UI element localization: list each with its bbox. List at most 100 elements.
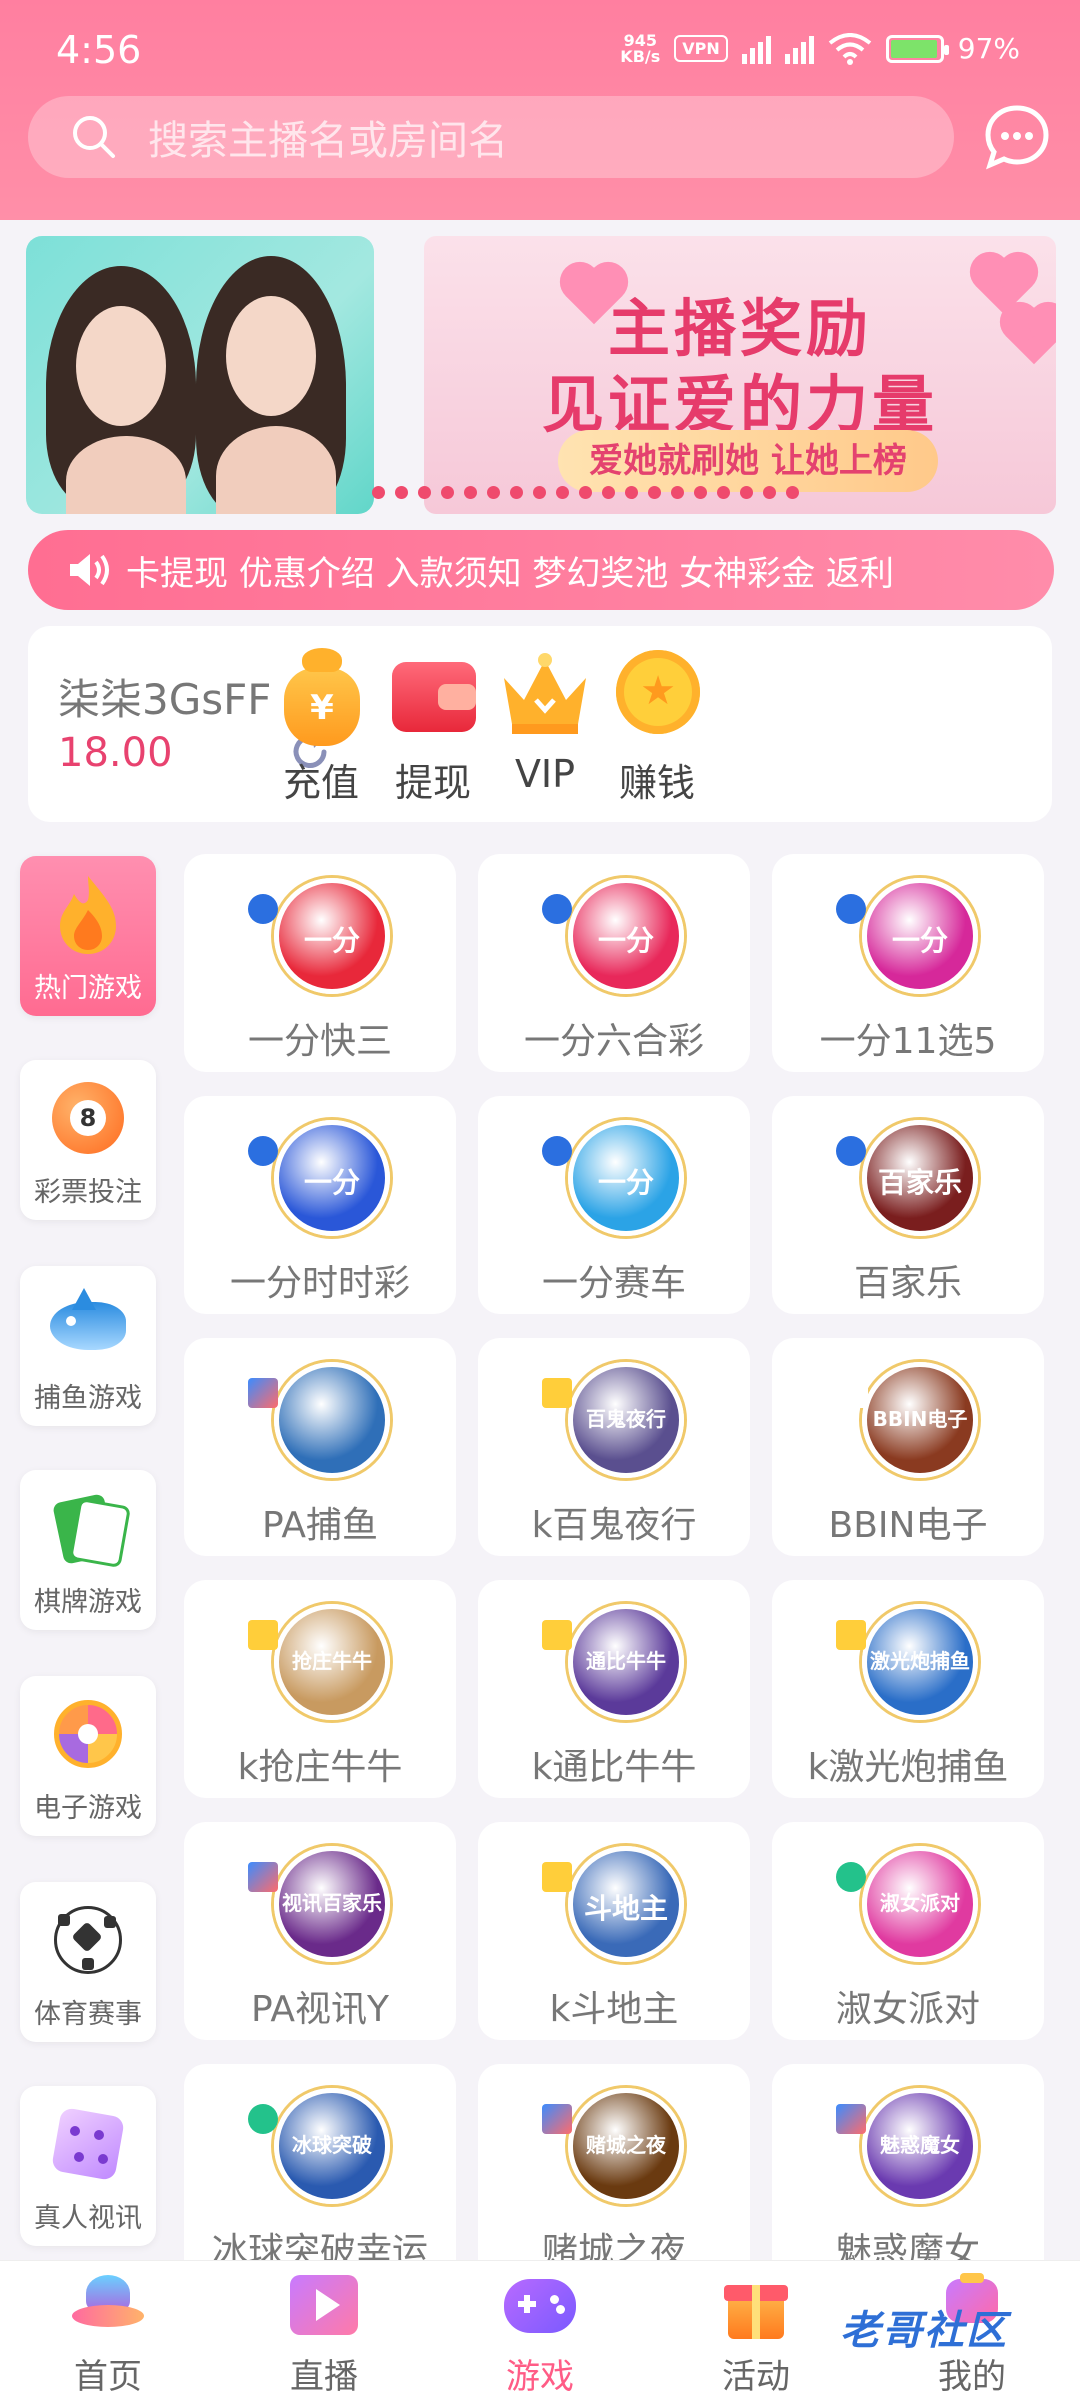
game-card[interactable]: 视讯百家乐 PA视讯Y [184,1822,456,2040]
search-input[interactable]: 搜索主播名或房间名 [148,108,508,166]
game-card[interactable]: 斗地主 k斗地主 [478,1822,750,2040]
watermark: 老哥社区 [840,2308,1008,2354]
game-card[interactable]: 激光炮捕鱼 k激光炮捕鱼 [772,1580,1044,1798]
wheel-icon [44,1690,132,1778]
net-speed: 945 KB/s [620,30,661,66]
game-card[interactable]: PA捕鱼 [184,1338,456,1556]
game-name: 一分六合彩 [523,1021,704,1062]
earn-button[interactable]: ★ 赚钱 [592,638,722,807]
game-logo-icon: 激光炮捕鱼 [862,1604,978,1720]
provider-badge-icon [248,1862,278,1892]
clock: 4:56 [56,28,142,72]
shark-icon [44,1280,132,1368]
game-name: k百鬼夜行 [531,1505,697,1546]
sidebar-item-hot-games[interactable]: 热门游戏 [20,856,156,1016]
username: 柒柒3GsFF [58,675,272,724]
status-bar: 4:56 945 KB/s VPN 97% [0,28,1080,78]
provider-badge-icon [836,1620,866,1650]
game-name: k斗地主 [549,1989,679,2030]
game-name: k抢庄牛牛 [237,1747,403,1788]
game-logo-icon: 斗地主 [568,1846,684,1962]
speaker-icon [70,554,109,586]
announcement-bar[interactable]: 卡提现 优惠介绍 入款须知 梦幻奖池 女神彩金 返利 [28,530,1054,610]
game-card[interactable]: 百家乐 百家乐 [772,1096,1044,1314]
game-card[interactable]: 赌城之夜 赌城之夜 [478,2064,750,2282]
sidebar-item-live-casino[interactable]: 真人视讯 [20,2086,156,2246]
wallet-card: 柒柒3GsFF 18.00 ¥ 充值 提现 VIP ★ 赚钱 [28,626,1052,822]
balance: 18.00 [58,730,173,776]
battery-icon [885,34,949,63]
provider-badge-icon [836,2104,866,2134]
mahjong-icon [44,1484,132,1572]
signal-icon-2 [784,34,814,64]
nav-live[interactable]: 直播 [254,2269,394,2398]
game-name: 淑女派对 [835,1989,980,2030]
withdraw-button[interactable]: 提现 [368,638,498,807]
game-name: 一分时时彩 [229,1263,410,1304]
provider-badge-icon [542,1620,572,1650]
game-card[interactable]: 一分 一分时时彩 [184,1096,456,1314]
promo-banner[interactable]: 主播奖励 见证爱的力量 爱她就刷她 让她上榜 [26,236,1056,514]
game-logo-icon [274,1362,390,1478]
lottery-ball-icon: 8 [44,1074,132,1162]
sidebar-item-lottery[interactable]: 8 彩票投注 [20,1060,156,1220]
provider-badge-icon [836,1862,866,1892]
recharge-button[interactable]: ¥ 充值 [256,638,386,807]
provider-badge-icon [248,1620,278,1650]
game-card[interactable]: 冰球突破 冰球突破幸运 [184,2064,456,2282]
home-ufo-icon [70,2269,146,2345]
message-icon[interactable] [982,102,1052,172]
game-name: k激光炮捕鱼 [807,1747,1009,1788]
money-bag-icon: ¥ [266,638,376,748]
nav-home[interactable]: 首页 [38,2269,178,2398]
game-card[interactable]: 一分一分快三 [184,854,456,1072]
provider-badge-icon [542,1378,572,1408]
nav-activity[interactable]: 活动 [686,2269,826,2398]
header: 4:56 945 KB/s VPN 97% 搜索主播名或房间名 [0,0,1080,220]
provider-badge-icon [542,1136,572,1166]
nav-games[interactable]: 游戏 [470,2269,610,2398]
game-card[interactable]: 抢庄牛牛 k抢庄牛牛 [184,1580,456,1798]
sidebar-item-chess-cards[interactable]: 棋牌游戏 [20,1470,156,1630]
announcement-text: 卡提现 优惠介绍 入款须知 梦幻奖池 女神彩金 返利 [126,553,895,594]
game-name: 一分快三 [247,1021,392,1062]
game-logo-icon: 抢庄牛牛 [274,1604,390,1720]
game-logo-icon: 一分 [274,878,390,994]
game-name: BBIN电子 [828,1505,988,1546]
banner-reward[interactable]: 主播奖励 见证爱的力量 爱她就刷她 让她上榜 [424,236,1056,514]
dice-icon [44,2100,132,2188]
game-card[interactable]: 一分一分11选5 [772,854,1044,1072]
search-bar[interactable]: 搜索主播名或房间名 [28,96,954,178]
banner-photo[interactable] [26,236,374,514]
game-card[interactable]: 通比牛牛 k通比牛牛 [478,1580,750,1798]
game-name: 一分11选5 [819,1021,997,1062]
signal-icon [741,34,771,64]
game-card[interactable]: 一分 一分赛车 [478,1096,750,1314]
vip-button[interactable]: VIP [480,638,610,796]
sidebar-item-fishing[interactable]: 捕鱼游戏 [20,1266,156,1426]
provider-badge-icon [828,1378,868,1408]
sidebar-item-electronic[interactable]: 电子游戏 [20,1676,156,1836]
crown-icon [490,638,600,748]
game-card[interactable]: 魅惑魔女 魅惑魔女 [772,2064,1044,2282]
game-logo-icon: 赌城之夜 [568,2088,684,2204]
game-card[interactable]: 一分一分六合彩 [478,854,750,1072]
game-card[interactable]: 百鬼夜行 k百鬼夜行 [478,1338,750,1556]
carousel-dots [372,486,799,499]
provider-badge-icon [248,2104,278,2134]
game-logo-icon: 冰球突破 [274,2088,390,2204]
search-icon [73,116,115,158]
game-logo-icon: 魅惑魔女 [862,2088,978,2204]
game-card[interactable]: 淑女派对 淑女派对 [772,1822,1044,2040]
game-logo-icon: 百鬼夜行 [568,1362,684,1478]
game-card[interactable]: BBIN电子 BBIN电子 [772,1338,1044,1556]
game-logo-icon: 百家乐 [862,1120,978,1236]
provider-badge-icon [836,1136,866,1166]
game-logo-icon: 一分 [568,878,684,994]
gamepad-icon [502,2269,578,2345]
wallet-icon [378,638,488,748]
provider-badge-icon [542,2104,572,2134]
system-icons: 945 KB/s VPN 97% [620,32,1020,65]
sidebar-item-sports[interactable]: 体育赛事 [20,1882,156,2042]
game-logo-icon: 一分 [862,878,978,994]
